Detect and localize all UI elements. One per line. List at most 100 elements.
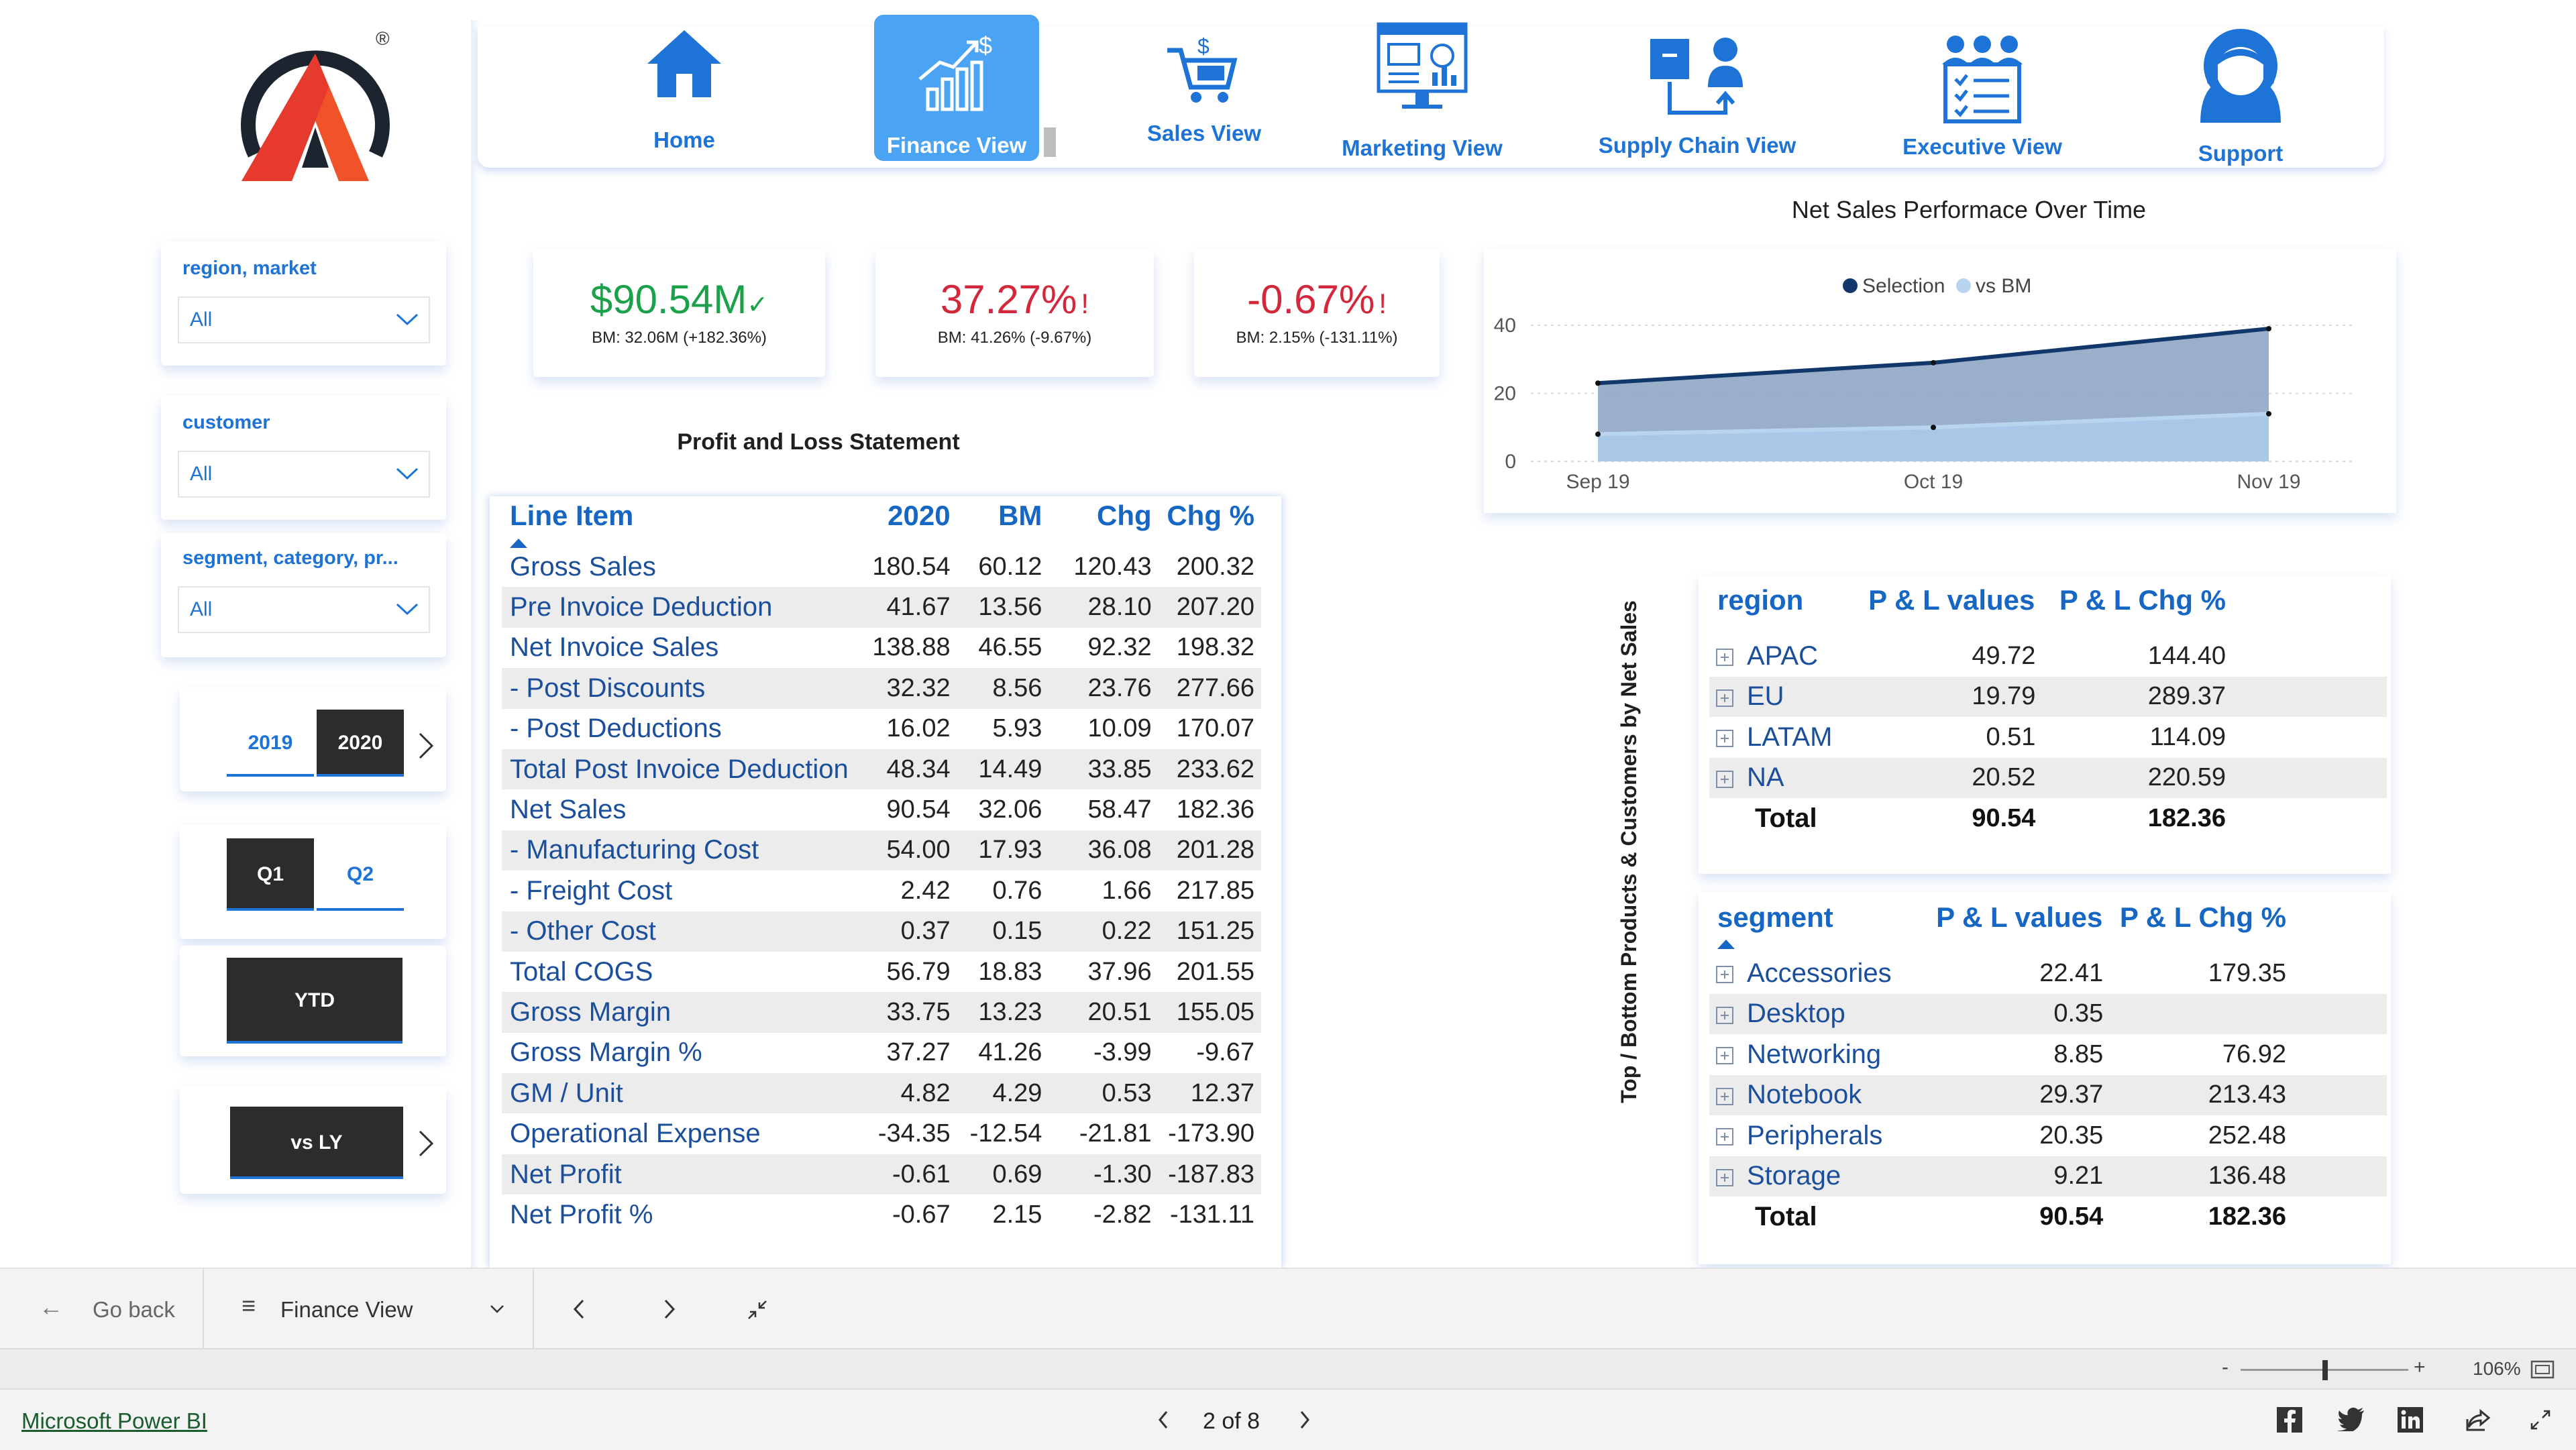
customer-dropdown[interactable]: All xyxy=(178,451,430,498)
share-icon[interactable] xyxy=(2465,1408,2491,1431)
region-row[interactable]: EU 19.79 289.37 xyxy=(1709,676,2387,717)
year-2019-button[interactable]: 2019 xyxy=(227,710,314,777)
pl-value-cell: -173.90 xyxy=(1168,1119,1254,1148)
segment-value-cell: 76.92 xyxy=(2222,1040,2286,1068)
expand-plus-icon[interactable] xyxy=(1716,730,1733,748)
expand-plus-icon[interactable] xyxy=(1716,966,1733,984)
nav-sales[interactable]: $ Sales View xyxy=(1114,13,1295,168)
expand-plus-icon[interactable] xyxy=(1716,689,1733,707)
segment-row[interactable]: Notebook 29.37 213.43 xyxy=(1709,1074,2387,1115)
region-header-label[interactable]: region xyxy=(1709,583,1864,636)
vs-ly-button[interactable]: vs LY xyxy=(230,1107,403,1179)
next-page-icon[interactable] xyxy=(663,1298,676,1320)
page-selector[interactable]: ≡ Finance View xyxy=(204,1269,534,1349)
vs-bm-point xyxy=(1931,425,1936,431)
fit-to-page-icon[interactable] xyxy=(2530,1360,2555,1379)
region-row[interactable]: LATAM 0.51 114.09 xyxy=(1709,717,2387,758)
selection-point xyxy=(1595,380,1601,386)
region-value-cell: 289.37 xyxy=(2035,676,2387,717)
expand-plus-icon[interactable] xyxy=(1716,1006,1733,1024)
pl-value-cell: 17.93 xyxy=(950,830,1069,871)
pl-value-cell: 151.25 xyxy=(1151,911,1261,952)
pl-value-cell: 4.29 xyxy=(950,1073,1069,1114)
kpi-gross-margin-card: 37.27%! BM: 41.26% (-9.67%) xyxy=(875,249,1154,377)
segment-row[interactable]: Accessories 22.41 179.35 xyxy=(1709,953,2387,994)
pl-line-item: Gross Margin % xyxy=(510,1038,702,1068)
segment-header-label[interactable]: segment xyxy=(1709,901,1893,953)
alert-icon: ! xyxy=(1081,288,1089,319)
segment-row[interactable]: Storage 9.21 136.48 xyxy=(1709,1156,2387,1196)
pl-header-year[interactable]: 2020 xyxy=(858,500,950,547)
collapse-icon[interactable] xyxy=(746,1298,769,1321)
segment-label-cell: Networking xyxy=(1709,1034,1893,1075)
nav-finance[interactable]: $ Finance View xyxy=(865,13,1048,168)
region-filter-title: region, market xyxy=(182,258,317,279)
year-2020-button[interactable]: 2020 xyxy=(317,710,404,777)
expand-plus-icon[interactable] xyxy=(1716,1168,1733,1186)
pl-row: Gross Margin % 37.27 41.26 -3.99 -9.67 xyxy=(502,1033,1261,1073)
previous-page-icon[interactable] xyxy=(572,1298,586,1320)
expand-plus-icon[interactable] xyxy=(1716,1128,1733,1146)
expand-plus-icon[interactable] xyxy=(1716,1047,1733,1065)
linkedin-icon[interactable] xyxy=(2398,1407,2423,1433)
region-header-values[interactable]: P & L values xyxy=(1864,583,2036,636)
pl-value-cell: 0.15 xyxy=(950,911,1069,952)
chevron-right-icon[interactable] xyxy=(416,1129,436,1158)
region-dropdown[interactable]: All xyxy=(178,296,430,343)
ytd-button[interactable]: YTD xyxy=(227,958,402,1044)
expand-plus-icon[interactable] xyxy=(1716,1087,1733,1105)
legend-selection-label: Selection xyxy=(1862,275,1945,297)
pl-row: Net Profit -0.61 0.69 -1.30 -187.83 xyxy=(502,1154,1261,1195)
nav-supply-chain[interactable]: Supply Chain View xyxy=(1590,13,1805,168)
segment-row[interactable]: Desktop 0.35 xyxy=(1709,993,2387,1034)
expand-plus-icon[interactable] xyxy=(1716,649,1733,667)
region-row[interactable]: NA 20.52 220.59 xyxy=(1709,757,2387,798)
pl-header-bm[interactable]: BM xyxy=(951,500,1069,547)
nav-marketing[interactable]: Marketing View xyxy=(1328,13,1516,168)
pl-header-line-item[interactable]: Line Item xyxy=(502,500,858,548)
nav-sales-label: Sales View xyxy=(1146,121,1261,146)
quarter-q1-button[interactable]: Q1 xyxy=(227,838,314,911)
footer-next-page-icon[interactable] xyxy=(1299,1410,1311,1430)
twitter-icon[interactable] xyxy=(2337,1407,2365,1431)
pl-header-chg-pct[interactable]: Chg % xyxy=(1152,500,1261,547)
pl-header-chg[interactable]: Chg xyxy=(1069,500,1152,547)
sort-up-icon xyxy=(1717,940,1735,949)
alert-icon: ! xyxy=(1379,288,1387,319)
supply-chain-icon xyxy=(1650,38,1743,115)
pl-value-cell: -0.61 xyxy=(857,1154,951,1195)
segment-row[interactable]: Networking 8.85 76.92 xyxy=(1709,1034,2387,1075)
pl-value-cell: 33.85 xyxy=(1069,748,1152,790)
facebook-icon[interactable] xyxy=(2277,1407,2302,1433)
powerbi-brand-link[interactable]: Microsoft Power BI xyxy=(21,1408,207,1434)
expand-icon[interactable] xyxy=(2529,1408,2552,1431)
segment-header-values[interactable]: P & L values xyxy=(1893,901,2103,953)
expand-plus-icon[interactable] xyxy=(1716,770,1733,788)
quarter-q2-button[interactable]: Q2 xyxy=(317,838,404,911)
region-row[interactable]: APAC 49.72 144.40 xyxy=(1709,636,2387,677)
region-label-cell: EU xyxy=(1709,676,1864,717)
pl-value-cell: 5.93 xyxy=(992,714,1042,743)
segment-label: Notebook xyxy=(1747,1080,1862,1110)
nav-executive[interactable]: Executive View xyxy=(1885,13,2080,168)
go-back-label: Go back xyxy=(93,1297,175,1322)
nav-support[interactable]: Support xyxy=(2150,13,2331,168)
zoom-slider-thumb[interactable] xyxy=(2322,1360,2328,1380)
segment-row[interactable]: Peripherals 20.35 252.48 xyxy=(1709,1115,2387,1156)
pl-line-item: Total Post Invoice Deduction xyxy=(502,748,858,790)
footer-prev-page-icon[interactable] xyxy=(1157,1410,1169,1430)
segment-dropdown[interactable]: All xyxy=(178,586,430,633)
zoom-plus-button[interactable]: + xyxy=(2414,1356,2426,1379)
pl-line-item: Net Profit % xyxy=(510,1199,653,1229)
pl-value-cell: 18.83 xyxy=(978,957,1042,986)
chevron-right-icon[interactable] xyxy=(416,731,436,761)
side-vertical-title: Top / Bottom Products & Customers by Net… xyxy=(1617,600,1641,1103)
pl-row: Gross Sales 180.54 60.12 120.43 200.32 xyxy=(502,547,1261,587)
go-back-button[interactable]: ← Go back xyxy=(0,1269,204,1349)
pl-value-cell: 48.34 xyxy=(857,748,951,790)
region-header-chg[interactable]: P & L Chg % xyxy=(2035,583,2387,636)
segment-header-chg[interactable]: P & L Chg % xyxy=(2103,901,2387,953)
zoom-minus-button[interactable]: - xyxy=(2222,1356,2229,1379)
nav-home[interactable]: Home xyxy=(594,13,775,168)
zoom-status-bar: - + 106% xyxy=(0,1348,2576,1390)
